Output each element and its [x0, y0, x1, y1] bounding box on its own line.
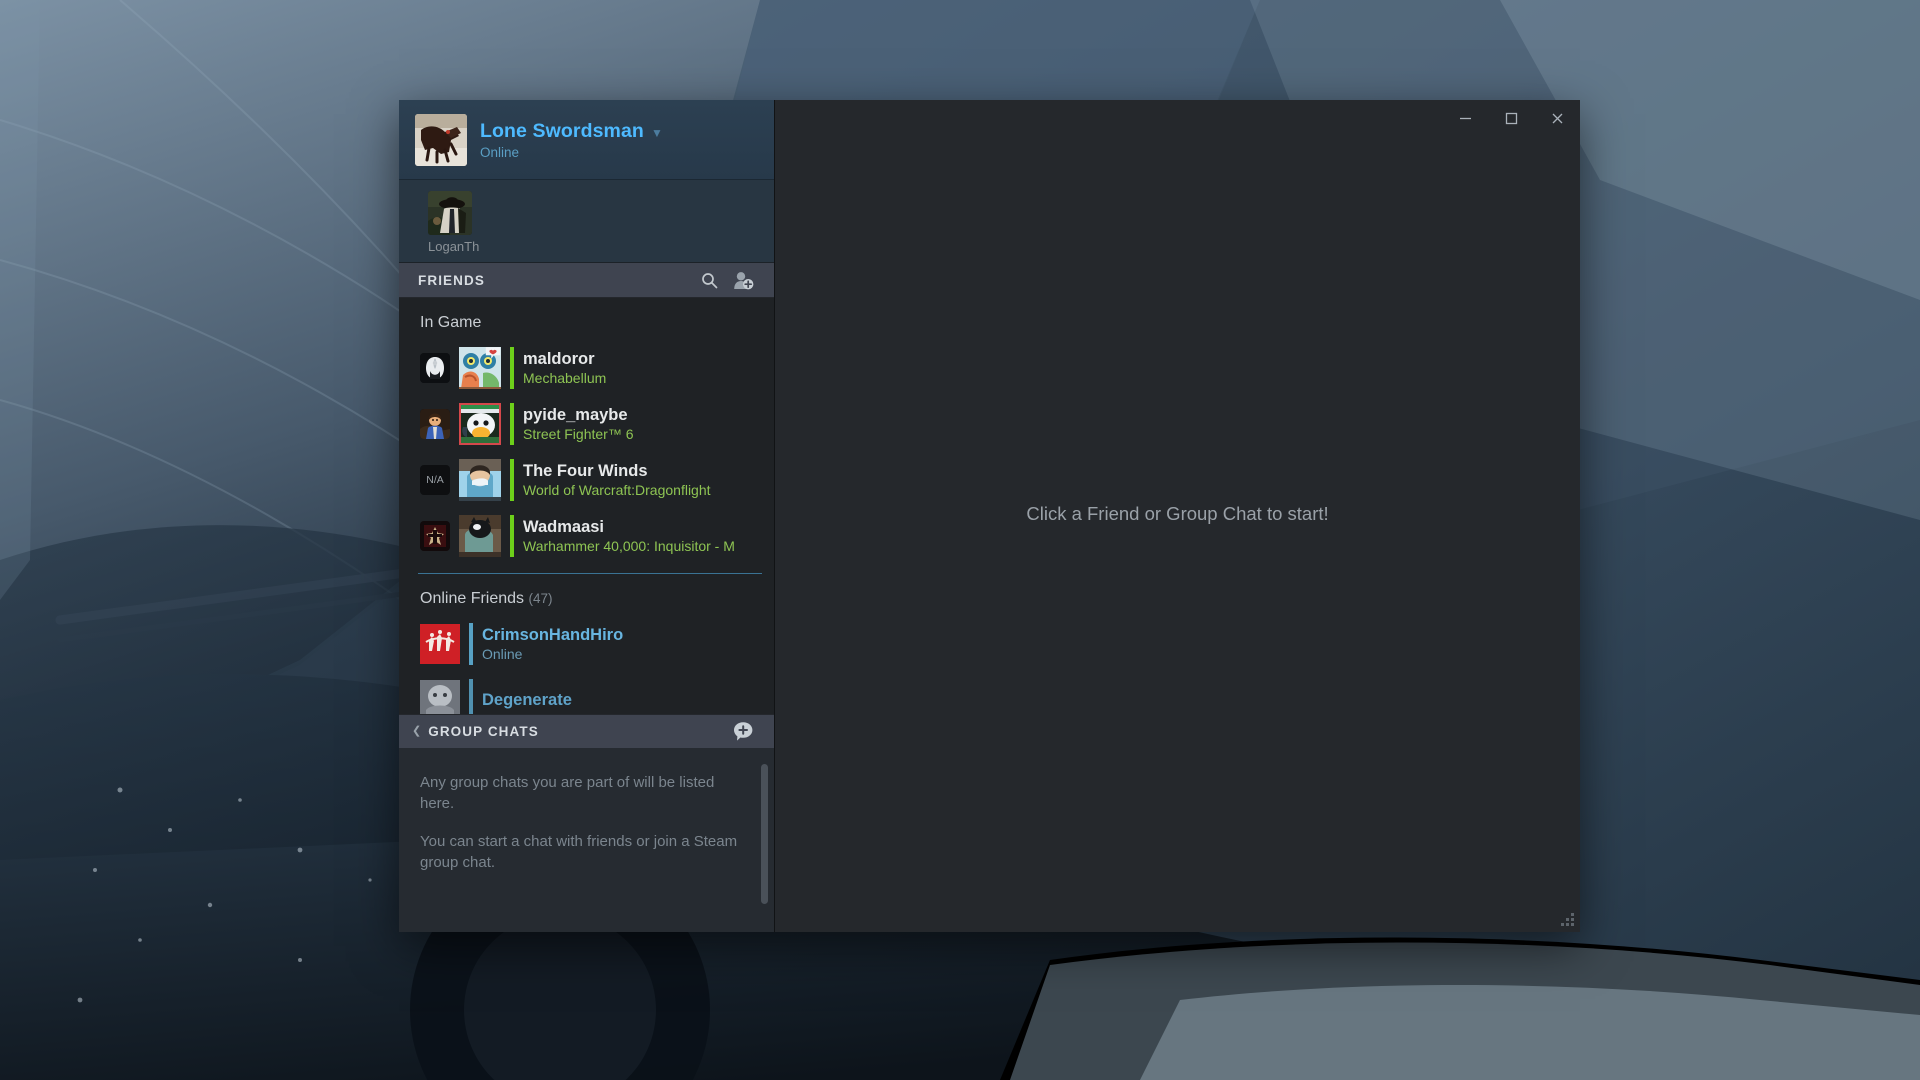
friend-text: Degenerate	[482, 691, 572, 710]
game-street-fighter-6-icon[interactable]	[459, 403, 501, 445]
user-meta: Lone Swordsman ▼ Online	[480, 120, 663, 160]
friends-sidebar: Lone Swordsman ▼ Online LoganTh FRIENDS …	[399, 100, 775, 932]
in-game-indicator	[510, 347, 514, 389]
group-chats-empty-state: Any group chats you are part of will be …	[399, 748, 774, 932]
minimize-icon	[1459, 117, 1471, 119]
friend-text: CrimsonHandHiro Online	[482, 626, 623, 662]
resize-grip[interactable]	[1561, 913, 1575, 927]
friend-name: pyide_maybe	[523, 406, 628, 424]
friends-list[interactable]: In Game maldoror Mechabellum pyide_maybe…	[399, 298, 774, 714]
online-indicator	[469, 679, 473, 714]
new-chat-icon[interactable]	[726, 717, 760, 747]
persona-avatar-pyide-icon	[420, 409, 450, 439]
in-game-indicator	[510, 459, 514, 501]
section-header-in-game: In Game	[399, 298, 774, 340]
friend-game: Warhammer 40,000: Inquisitor - M	[523, 538, 735, 554]
friend-status: Online	[482, 646, 523, 662]
friend-row-wadmaasi[interactable]: Wadmaasi Warhammer 40,000: Inquisitor - …	[399, 508, 774, 564]
friend-game: Mechabellum	[523, 370, 607, 386]
close-icon	[1552, 113, 1562, 123]
friend-text: The Four Winds World of Warcraft:Dragonf…	[523, 462, 711, 498]
persona-avatar-wadmaasi-icon	[420, 521, 450, 551]
recent-chats-strip: LoganTh	[399, 180, 774, 263]
friend-row-pyide-maybe[interactable]: pyide_maybe Street Fighter™ 6	[399, 396, 774, 452]
section-header-online-friends: Online Friends (47)	[399, 574, 774, 616]
steam-friends-window: Lone Swordsman ▼ Online LoganTh FRIENDS …	[399, 100, 1580, 932]
chat-empty-message: Click a Friend or Group Chat to start!	[1026, 503, 1329, 524]
persona-avatar-maldoror-icon	[420, 353, 450, 383]
section-title: In Game	[420, 314, 482, 331]
friend-game: Street Fighter™ 6	[523, 426, 634, 442]
chat-notification-icon	[485, 347, 501, 359]
avatar[interactable]	[415, 113, 467, 166]
friend-text: pyide_maybe Street Fighter™ 6	[523, 406, 634, 442]
friend-name: CrimsonHandHiro	[482, 626, 624, 644]
group-chats-header-bar: ❮ GROUP CHATS	[399, 714, 774, 748]
friend-name: Degenerate	[482, 690, 572, 709]
section-count: (47)	[528, 591, 553, 606]
avatar-loganth-icon	[428, 191, 472, 235]
friend-text: maldoror Mechabellum	[523, 350, 606, 386]
friends-header-title: FRIENDS	[418, 272, 485, 288]
in-game-indicator	[510, 403, 514, 445]
user-header[interactable]: Lone Swordsman ▼ Online	[399, 100, 774, 180]
window-titlebar[interactable]	[775, 100, 1580, 136]
friend-row-the-four-winds[interactable]: N/A The Four Winds World of Warcraft:Dra…	[399, 452, 774, 508]
close-button[interactable]	[1534, 100, 1580, 136]
in-game-indicator	[510, 515, 514, 557]
user-status-text: Online	[480, 144, 520, 160]
group-chats-scrollbar[interactable]	[761, 764, 768, 904]
friend-row-crimsonhandhiro[interactable]: CrimsonHandHiro Online	[399, 616, 774, 672]
group-chats-title: GROUP CHATS	[428, 724, 539, 739]
group-chats-empty-line-2: You can start a chat with friends or joi…	[420, 832, 738, 871]
maximize-button[interactable]	[1488, 100, 1534, 136]
user-name-row[interactable]: Lone Swordsman ▼	[480, 120, 663, 143]
group-chats-empty-line-1: Any group chats you are part of will be …	[420, 774, 715, 813]
chat-pane: Click a Friend or Group Chat to start!	[775, 100, 1580, 932]
minimize-button[interactable]	[1442, 100, 1488, 136]
persona-avatar-degenerate-icon	[420, 680, 460, 714]
user-display-name: Lone Swordsman	[480, 119, 644, 142]
persona-avatar-crimson-icon	[420, 624, 460, 664]
friend-text: Wadmaasi Warhammer 40,000: Inquisitor - …	[523, 518, 735, 554]
friend-row-degenerate[interactable]: Degenerate	[399, 672, 774, 714]
chevron-down-icon[interactable]: ▼	[651, 127, 663, 139]
recent-chat-name: LoganTh	[428, 239, 480, 254]
recent-chat-item[interactable]: LoganTh	[428, 191, 486, 254]
friend-name: Wadmaasi	[523, 518, 605, 536]
user-avatar-horse-icon	[415, 113, 467, 166]
friends-header-bar: FRIENDS	[399, 263, 774, 298]
persona-na-icon: N/A	[420, 465, 450, 495]
friend-row-maldoror[interactable]: maldoror Mechabellum	[399, 340, 774, 396]
section-title: Online Friends	[420, 590, 525, 607]
maximize-icon	[1505, 112, 1517, 124]
search-icon[interactable]	[692, 265, 726, 295]
game-wow-dragonflight-icon[interactable]	[459, 459, 501, 501]
online-indicator	[469, 623, 473, 665]
add-friend-icon[interactable]	[726, 265, 760, 295]
friend-name: maldoror	[523, 350, 595, 368]
game-mechabellum-icon[interactable]	[459, 347, 501, 389]
friend-name: The Four Winds	[523, 462, 648, 480]
friend-game: World of Warcraft:Dragonflight	[523, 482, 711, 498]
game-warhammer-inquisitor-icon[interactable]	[459, 515, 501, 557]
chevron-double-down-icon[interactable]: ❮	[412, 726, 421, 737]
recent-chat-avatar[interactable]	[428, 191, 472, 235]
